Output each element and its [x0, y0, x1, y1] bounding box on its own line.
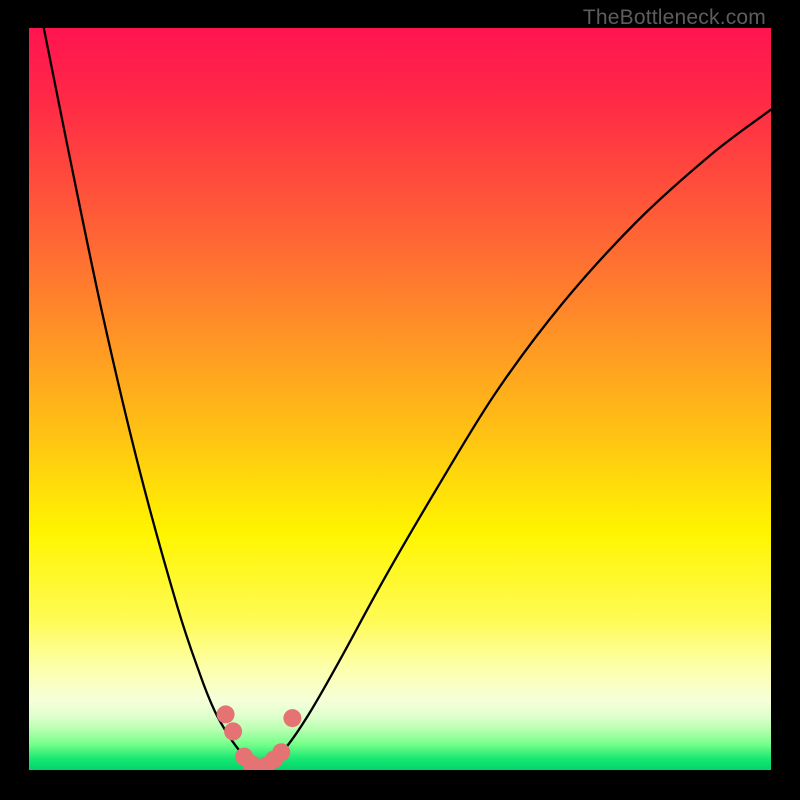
plot-area: [29, 28, 771, 770]
valley-dot: [217, 705, 235, 723]
valley-dot: [272, 743, 290, 761]
valley-dot: [283, 709, 301, 727]
valley-markers: [217, 705, 302, 770]
valley-dot: [224, 722, 242, 740]
watermark-text: TheBottleneck.com: [583, 6, 766, 30]
curve-layer: [29, 28, 771, 770]
bottleneck-curve: [44, 28, 771, 769]
chart-frame: TheBottleneck.com: [0, 0, 800, 800]
